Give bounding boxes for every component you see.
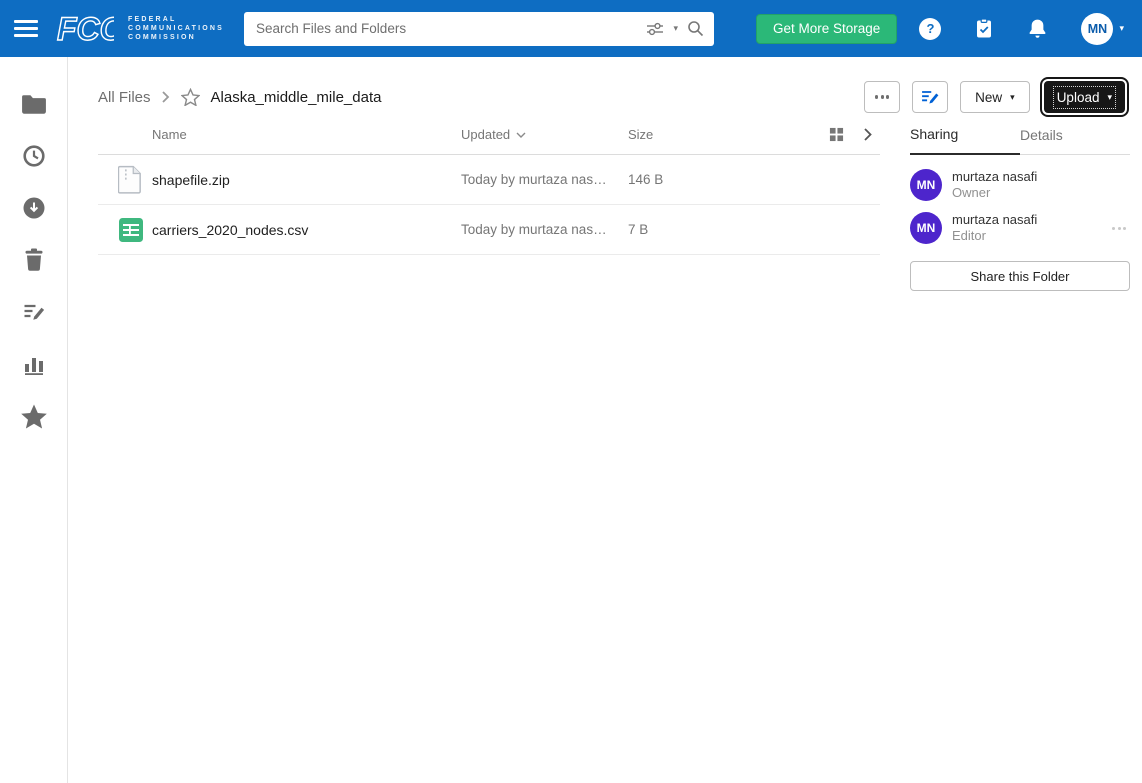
help-icon: ? <box>919 18 941 40</box>
upload-button-label: Upload <box>1057 90 1100 105</box>
collapse-panel-button[interactable] <box>864 128 872 141</box>
sidebar <box>0 57 68 783</box>
clock-icon <box>22 144 46 168</box>
sort-caret-down-icon <box>516 132 526 138</box>
download-circle-icon <box>22 196 46 220</box>
collaborator-role: Owner <box>952 185 1037 201</box>
tab-details[interactable]: Details <box>1020 115 1130 154</box>
sidebar-item-trash[interactable] <box>23 247 45 273</box>
new-button[interactable]: New ▾ <box>960 81 1030 113</box>
hamburger-menu-icon[interactable] <box>14 16 44 42</box>
fcc-logo-letters: FCC <box>57 11 114 47</box>
collaborator-role: Editor <box>952 228 1037 244</box>
breadcrumb-all-files-link[interactable]: All Files <box>98 89 151 106</box>
sidebar-item-offline[interactable] <box>22 195 46 221</box>
sign-request-button[interactable] <box>912 81 948 113</box>
sign-icon <box>22 300 46 324</box>
grid-view-icon <box>829 127 844 142</box>
sidebar-item-all-files[interactable] <box>21 91 47 117</box>
csv-file-icon <box>118 217 144 243</box>
search-filter-caret-icon[interactable]: ▾ <box>673 23 678 34</box>
file-list: Name Updated Size <box>98 115 880 783</box>
sidebar-item-recents[interactable] <box>22 143 46 169</box>
sharing-panel: Sharing Details MN murtaza nasafi Owner … <box>910 115 1130 783</box>
column-header-updated[interactable]: Updated <box>461 127 628 142</box>
panel-tabs: Sharing Details <box>910 115 1130 155</box>
upload-caret-down-icon: ▾ <box>1107 92 1112 103</box>
help-button[interactable]: ? <box>919 18 941 40</box>
get-more-storage-button[interactable]: Get More Storage <box>756 14 897 44</box>
search-icon[interactable] <box>687 20 704 37</box>
table-row[interactable]: shapefile.zip Today by murtaza nas… 146 … <box>98 155 880 205</box>
collaborator-options-icon[interactable] <box>1108 223 1130 234</box>
folder-title: Alaska_middle_mile_data <box>211 89 382 106</box>
collaborator-name: murtaza nasafi <box>952 212 1037 228</box>
file-name[interactable]: carriers_2020_nodes.csv <box>152 222 461 238</box>
logo-line-3: Commission <box>128 34 224 41</box>
fcc-logo: FCC Federal Communications Commission <box>56 10 224 48</box>
star-icon <box>20 403 48 430</box>
file-name[interactable]: shapefile.zip <box>152 172 461 188</box>
table-row[interactable]: carriers_2020_nodes.csv Today by murtaza… <box>98 205 880 255</box>
breadcrumb-row: All Files Alaska_middle_mile_data <box>68 79 1142 115</box>
search-input[interactable] <box>256 21 637 36</box>
zip-file-icon <box>118 165 142 194</box>
logo-line-1: Federal <box>128 16 224 23</box>
action-toolbar: New ▾ Upload ▾ <box>864 81 1130 113</box>
collaborator-row: MN murtaza nasafi Owner <box>910 169 1130 201</box>
grid-view-button[interactable] <box>829 127 844 142</box>
clipboard-icon <box>974 18 994 39</box>
sign-pen-icon <box>920 87 940 107</box>
topbar: FCC Federal Communications Commission ▾ … <box>0 0 1142 57</box>
share-this-folder-button[interactable]: Share this Folder <box>910 261 1130 291</box>
fcc-logo-icon: FCC <box>56 10 114 48</box>
collaborator-row: MN murtaza nasafi Editor <box>910 212 1130 244</box>
file-updated: Today by murtaza nas… <box>461 222 628 237</box>
file-list-header: Name Updated Size <box>98 115 880 155</box>
barchart-icon <box>23 353 45 375</box>
topbar-actions: ? MN ▾ <box>919 13 1124 45</box>
breadcrumb: All Files Alaska_middle_mile_data <box>98 88 381 106</box>
favorite-star-toggle-icon[interactable] <box>181 88 200 106</box>
collaborator-avatar: MN <box>910 169 942 201</box>
collaborator-name: murtaza nasafi <box>952 169 1037 185</box>
column-header-name[interactable]: Name <box>152 127 461 142</box>
clipboard-button[interactable] <box>974 18 994 39</box>
logo-line-2: Communications <box>128 25 224 32</box>
upload-button[interactable]: Upload ▾ <box>1044 81 1125 113</box>
file-updated: Today by murtaza nas… <box>461 172 628 187</box>
fcc-logo-text: Federal Communications Commission <box>128 16 224 41</box>
folder-icon <box>21 94 47 115</box>
tab-sharing[interactable]: Sharing <box>910 115 1020 155</box>
new-caret-down-icon: ▾ <box>1010 92 1015 103</box>
file-size: 146 B <box>628 172 880 187</box>
collaborator-list: MN murtaza nasafi Owner MN murtaza nasaf… <box>910 155 1130 244</box>
new-button-label: New <box>975 90 1002 105</box>
more-options-button[interactable] <box>864 81 900 113</box>
notifications-button[interactable] <box>1027 18 1048 40</box>
panel-chevron-right-icon <box>864 128 872 141</box>
avatar: MN <box>1081 13 1113 45</box>
chevron-right-icon <box>162 91 170 103</box>
more-options-icon <box>875 95 878 98</box>
file-size: 7 B <box>628 222 880 237</box>
sidebar-item-favorites[interactable] <box>20 403 48 429</box>
collaborator-avatar: MN <box>910 212 942 244</box>
sidebar-item-insights[interactable] <box>23 351 45 377</box>
account-caret-down-icon: ▾ <box>1119 23 1124 34</box>
search-bar: ▾ <box>244 12 714 46</box>
filter-sliders-icon[interactable] <box>646 22 664 36</box>
account-menu-button[interactable]: MN ▾ <box>1081 13 1124 45</box>
sidebar-item-sign[interactable] <box>22 299 46 325</box>
trash-icon <box>23 248 45 272</box>
bell-icon <box>1027 18 1048 40</box>
